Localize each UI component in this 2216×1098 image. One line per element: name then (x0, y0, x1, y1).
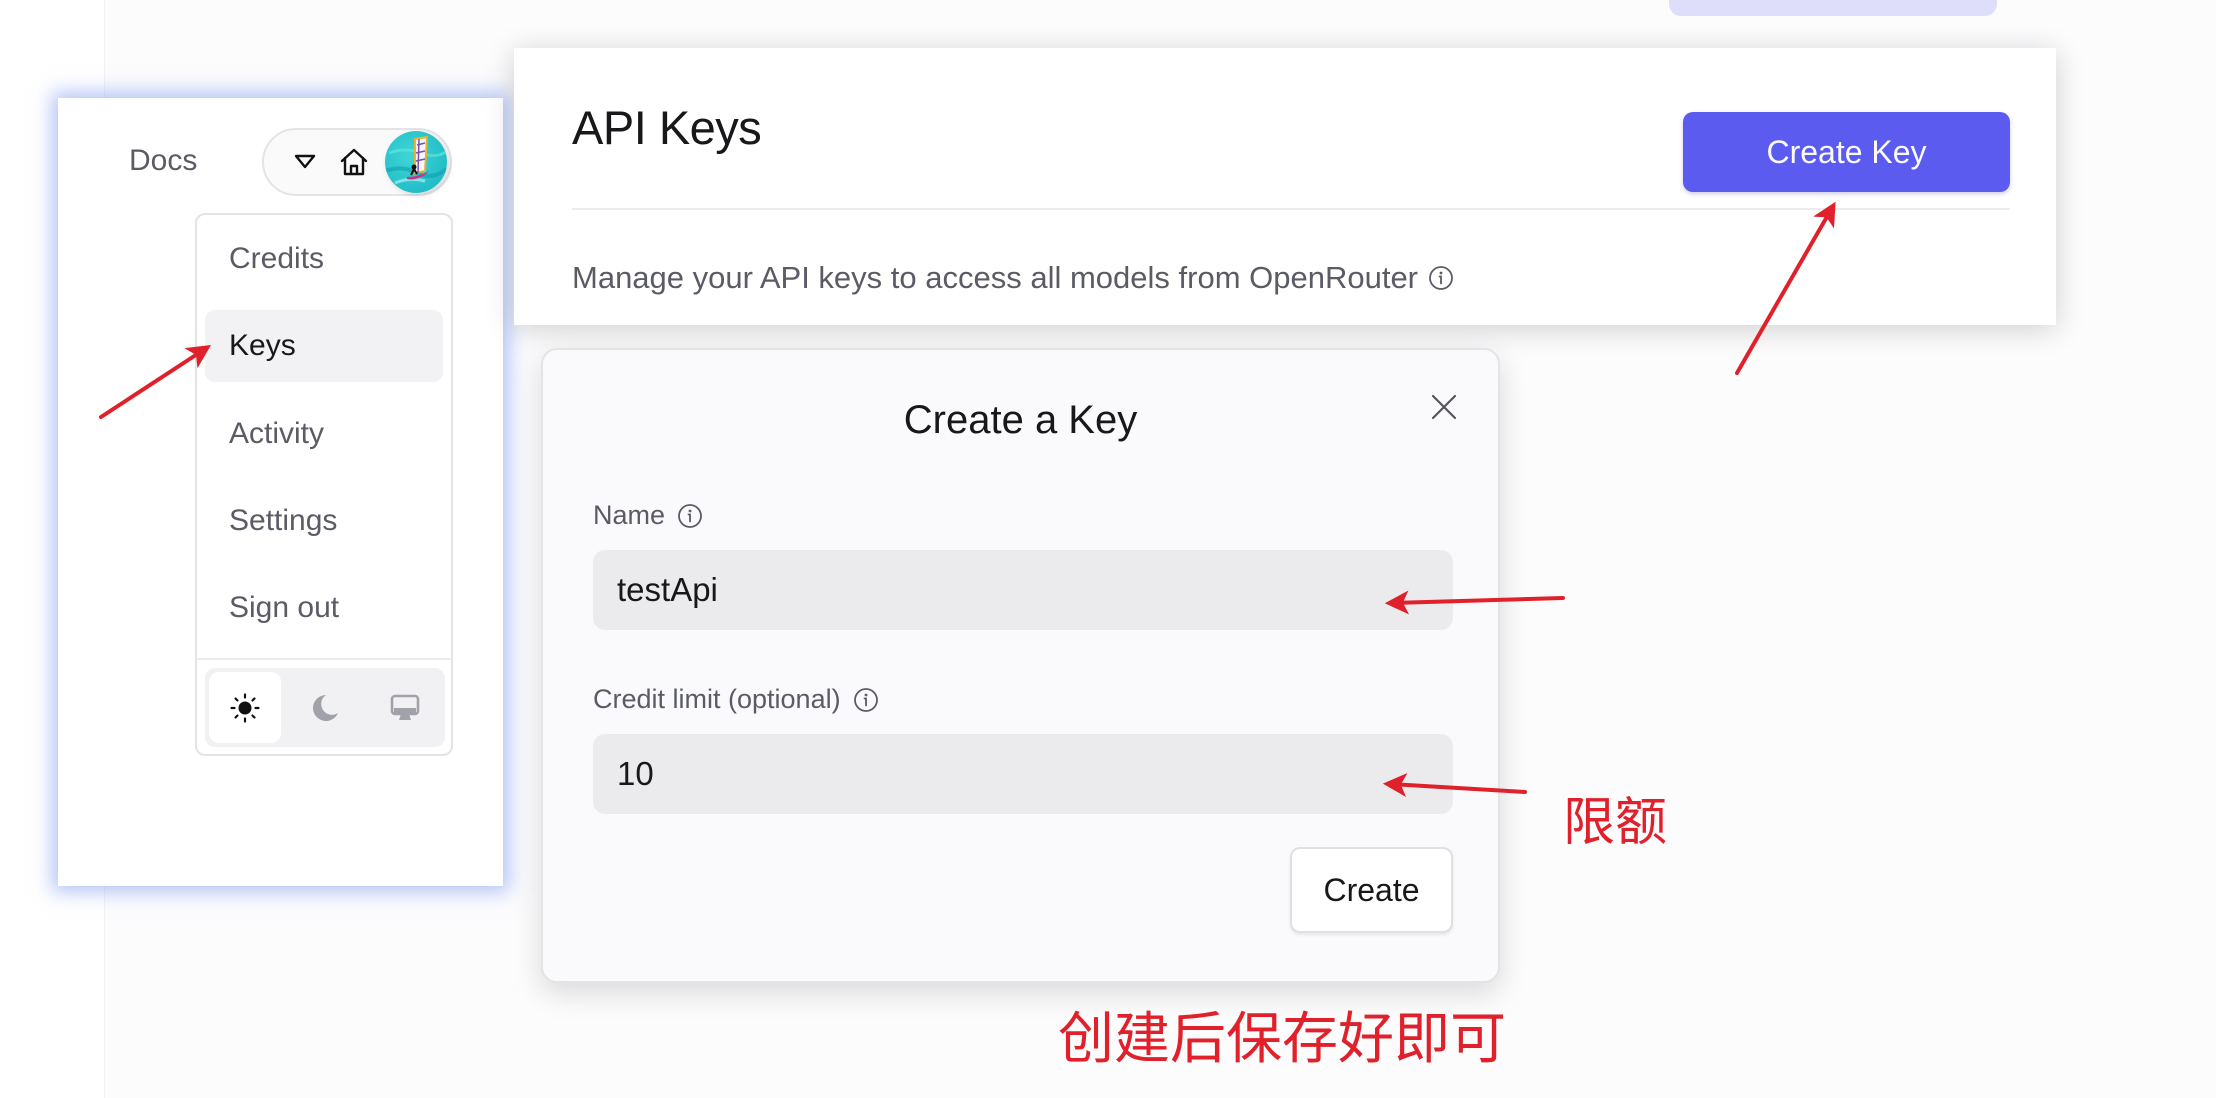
create-key-dialog: Create a Key Name Credit limit (optional… (541, 348, 1500, 983)
create-button[interactable]: Create (1290, 847, 1453, 933)
menu-item-activity[interactable]: Activity (205, 398, 443, 470)
credit-limit-field-label: Credit limit (optional) (593, 684, 879, 715)
page-description: Manage your API keys to access all model… (572, 260, 1454, 296)
sun-icon (230, 692, 260, 723)
info-icon[interactable] (677, 503, 703, 529)
home-icon[interactable] (338, 146, 370, 178)
dialog-title: Create a Key (903, 398, 1138, 442)
menu-divider (197, 658, 451, 660)
close-button[interactable] (1427, 390, 1461, 424)
menu-item-settings[interactable]: Settings (205, 485, 443, 557)
info-icon[interactable] (1428, 265, 1454, 291)
annotation-save-note: 创建后保存好即可 (1058, 1007, 1506, 1072)
close-icon (1431, 394, 1457, 420)
moon-icon (313, 694, 338, 721)
description-text: Manage your API keys to access all model… (572, 260, 1419, 295)
monitor-icon (390, 694, 420, 720)
name-label-text: Name (593, 500, 666, 530)
annotation-limit-note: 限额 (1563, 793, 1668, 853)
menu-item-label: Settings (229, 504, 338, 537)
theme-light-button[interactable] (209, 672, 281, 743)
credit-limit-input[interactable] (593, 734, 1453, 814)
theme-switcher (205, 668, 445, 747)
theme-system-button[interactable] (369, 672, 441, 743)
menu-item-sign-out[interactable]: Sign out (205, 572, 443, 644)
account-menu-panel: Docs Credits Keys Activity Settings Sign… (58, 98, 503, 886)
menu-item-label: Credits (229, 242, 325, 275)
api-keys-header-card: API Keys Create Key Manage your API keys… (514, 48, 2056, 325)
menu-item-label: Keys (229, 329, 296, 362)
name-input[interactable] (593, 550, 1453, 630)
menu-item-label: Activity (229, 417, 325, 450)
avatar[interactable] (385, 131, 447, 193)
account-dropdown-menu: Credits Keys Activity Settings Sign out (195, 213, 453, 756)
info-icon[interactable] (853, 687, 879, 713)
menu-item-label: Sign out (229, 591, 340, 624)
menu-item-keys[interactable]: Keys (205, 310, 443, 382)
caret-down-icon (294, 154, 316, 169)
docs-link[interactable]: Docs (129, 144, 197, 178)
menu-item-credits[interactable]: Credits (205, 223, 443, 295)
page-title: API Keys (572, 101, 762, 154)
create-key-button[interactable]: Create Key (1683, 112, 2010, 192)
top-banner-pill (1669, 0, 1997, 16)
header-divider (572, 208, 2010, 210)
windsurfer-avatar-icon (385, 135, 447, 185)
name-field-label: Name (593, 500, 703, 531)
credit-limit-label-text: Credit limit (optional) (593, 684, 841, 714)
account-menu-toggle[interactable] (262, 128, 452, 196)
theme-dark-button[interactable] (289, 672, 361, 743)
